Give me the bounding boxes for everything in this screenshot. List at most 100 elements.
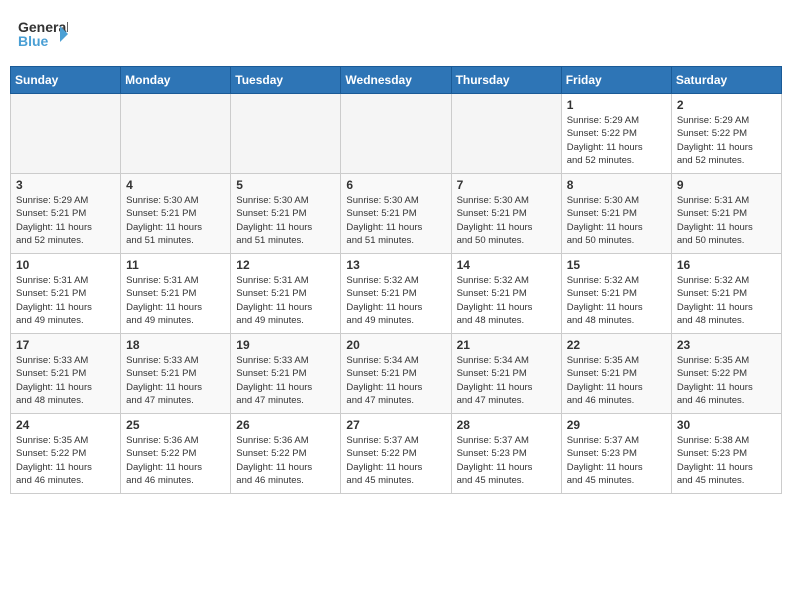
day-number: 18 (126, 338, 225, 352)
calendar-cell: 2 Sunrise: 5:29 AMSunset: 5:22 PMDaylight… (671, 94, 781, 174)
day-info: Sunrise: 5:32 AMSunset: 5:21 PMDaylight:… (457, 274, 556, 327)
day-number: 19 (236, 338, 335, 352)
day-number: 27 (346, 418, 445, 432)
day-number: 25 (126, 418, 225, 432)
weekday-header-saturday: Saturday (671, 67, 781, 94)
calendar-cell (341, 94, 451, 174)
day-info: Sunrise: 5:31 AMSunset: 5:21 PMDaylight:… (236, 274, 335, 327)
day-info: Sunrise: 5:33 AMSunset: 5:21 PMDaylight:… (236, 354, 335, 407)
day-info: Sunrise: 5:35 AMSunset: 5:21 PMDaylight:… (567, 354, 666, 407)
calendar-cell: 4Sunrise: 5:30 AMSunset: 5:21 PMDaylight… (121, 174, 231, 254)
day-info: Sunrise: 5:34 AMSunset: 5:21 PMDaylight:… (346, 354, 445, 407)
day-number: 11 (126, 258, 225, 272)
day-info: Sunrise: 5:37 AMSunset: 5:23 PMDaylight:… (567, 434, 666, 487)
calendar-cell: 14 Sunrise: 5:32 AMSunset: 5:21 PMDayligh… (451, 254, 561, 334)
day-number: 13 (346, 258, 445, 272)
day-info: Sunrise: 5:37 AMSunset: 5:23 PMDaylight:… (457, 434, 556, 487)
day-info: Sunrise: 5:31 AMSunset: 5:21 PMDaylight:… (677, 194, 776, 247)
day-number: 9 (677, 178, 776, 192)
day-number: 29 (567, 418, 666, 432)
day-info: Sunrise: 5:34 AMSunset: 5:21 PMDaylight:… (457, 354, 556, 407)
day-number: 8 (567, 178, 666, 192)
day-info: Sunrise: 5:32 AMSunset: 5:21 PMDaylight:… (567, 274, 666, 327)
calendar-table: SundayMondayTuesdayWednesdayThursdayFrid… (10, 66, 782, 494)
calendar-cell: 20 Sunrise: 5:34 AMSunset: 5:21 PMDayligh… (341, 334, 451, 414)
day-number: 14 (457, 258, 556, 272)
weekday-header-tuesday: Tuesday (231, 67, 341, 94)
calendar-cell: 23 Sunrise: 5:35 AMSunset: 5:22 PMDayligh… (671, 334, 781, 414)
day-info: Sunrise: 5:33 AMSunset: 5:21 PMDaylight:… (126, 354, 225, 407)
calendar-cell: 13 Sunrise: 5:32 AMSunset: 5:21 PMDayligh… (341, 254, 451, 334)
calendar-cell: 29 Sunrise: 5:37 AMSunset: 5:23 PMDayligh… (561, 414, 671, 494)
day-number: 3 (16, 178, 115, 192)
week-row-5: 24 Sunrise: 5:35 AMSunset: 5:22 PMDayligh… (11, 414, 782, 494)
day-number: 17 (16, 338, 115, 352)
weekday-header-row: SundayMondayTuesdayWednesdayThursdayFrid… (11, 67, 782, 94)
calendar-cell: 30Sunrise: 5:38 AMSunset: 5:23 PMDayligh… (671, 414, 781, 494)
day-info: Sunrise: 5:29 AMSunset: 5:21 PMDaylight:… (16, 194, 115, 247)
day-number: 4 (126, 178, 225, 192)
page-header: General Blue (10, 10, 782, 62)
day-number: 2 (677, 98, 776, 112)
calendar-cell: 8Sunrise: 5:30 AMSunset: 5:21 PMDaylight… (561, 174, 671, 254)
calendar-cell: 27 Sunrise: 5:37 AMSunset: 5:22 PMDayligh… (341, 414, 451, 494)
calendar-cell: 26 Sunrise: 5:36 AMSunset: 5:22 PMDayligh… (231, 414, 341, 494)
calendar-cell: 16 Sunrise: 5:32 AMSunset: 5:21 PMDayligh… (671, 254, 781, 334)
calendar-cell: 21Sunrise: 5:34 AMSunset: 5:21 PMDayligh… (451, 334, 561, 414)
calendar-cell (451, 94, 561, 174)
calendar-cell: 5Sunrise: 5:30 AMSunset: 5:21 PMDaylight… (231, 174, 341, 254)
weekday-header-wednesday: Wednesday (341, 67, 451, 94)
calendar-cell: 9 Sunrise: 5:31 AMSunset: 5:21 PMDaylight… (671, 174, 781, 254)
svg-text:Blue: Blue (18, 33, 49, 49)
logo: General Blue (18, 16, 68, 56)
calendar-cell: 6Sunrise: 5:30 AMSunset: 5:21 PMDaylight… (341, 174, 451, 254)
calendar-cell (121, 94, 231, 174)
day-info: Sunrise: 5:29 AMSunset: 5:22 PMDaylight:… (677, 114, 776, 167)
weekday-header-monday: Monday (121, 67, 231, 94)
day-info: Sunrise: 5:36 AMSunset: 5:22 PMDaylight:… (126, 434, 225, 487)
day-number: 24 (16, 418, 115, 432)
calendar-cell: 19 Sunrise: 5:33 AMSunset: 5:21 PMDayligh… (231, 334, 341, 414)
calendar-cell: 18 Sunrise: 5:33 AMSunset: 5:21 PMDayligh… (121, 334, 231, 414)
day-info: Sunrise: 5:32 AMSunset: 5:21 PMDaylight:… (677, 274, 776, 327)
day-info: Sunrise: 5:36 AMSunset: 5:22 PMDaylight:… (236, 434, 335, 487)
day-info: Sunrise: 5:31 AMSunset: 5:21 PMDaylight:… (16, 274, 115, 327)
day-info: Sunrise: 5:31 AMSunset: 5:21 PMDaylight:… (126, 274, 225, 327)
week-row-3: 10 Sunrise: 5:31 AMSunset: 5:21 PMDayligh… (11, 254, 782, 334)
calendar-cell (231, 94, 341, 174)
calendar-cell: 24 Sunrise: 5:35 AMSunset: 5:22 PMDayligh… (11, 414, 121, 494)
day-number: 30 (677, 418, 776, 432)
day-info: Sunrise: 5:37 AMSunset: 5:22 PMDaylight:… (346, 434, 445, 487)
calendar-cell: 1Sunrise: 5:29 AMSunset: 5:22 PMDaylight… (561, 94, 671, 174)
day-info: Sunrise: 5:35 AMSunset: 5:22 PMDaylight:… (16, 434, 115, 487)
day-number: 22 (567, 338, 666, 352)
day-number: 10 (16, 258, 115, 272)
calendar-cell: 10 Sunrise: 5:31 AMSunset: 5:21 PMDayligh… (11, 254, 121, 334)
day-number: 28 (457, 418, 556, 432)
day-number: 23 (677, 338, 776, 352)
day-number: 16 (677, 258, 776, 272)
day-number: 5 (236, 178, 335, 192)
calendar-cell: 15 Sunrise: 5:32 AMSunset: 5:21 PMDayligh… (561, 254, 671, 334)
logo-icon: General Blue (18, 16, 68, 56)
calendar-cell: 12 Sunrise: 5:31 AMSunset: 5:21 PMDayligh… (231, 254, 341, 334)
calendar-cell: 17 Sunrise: 5:33 AMSunset: 5:21 PMDayligh… (11, 334, 121, 414)
day-info: Sunrise: 5:35 AMSunset: 5:22 PMDaylight:… (677, 354, 776, 407)
day-number: 15 (567, 258, 666, 272)
day-info: Sunrise: 5:33 AMSunset: 5:21 PMDaylight:… (16, 354, 115, 407)
day-info: Sunrise: 5:29 AMSunset: 5:22 PMDaylight:… (567, 114, 666, 167)
week-row-4: 17 Sunrise: 5:33 AMSunset: 5:21 PMDayligh… (11, 334, 782, 414)
day-number: 20 (346, 338, 445, 352)
calendar-cell: 11 Sunrise: 5:31 AMSunset: 5:21 PMDayligh… (121, 254, 231, 334)
day-info: Sunrise: 5:30 AMSunset: 5:21 PMDaylight:… (457, 194, 556, 247)
calendar-cell: 22 Sunrise: 5:35 AMSunset: 5:21 PMDayligh… (561, 334, 671, 414)
calendar-cell: 7 Sunrise: 5:30 AMSunset: 5:21 PMDaylight… (451, 174, 561, 254)
week-row-2: 3 Sunrise: 5:29 AMSunset: 5:21 PMDaylight… (11, 174, 782, 254)
day-number: 26 (236, 418, 335, 432)
day-number: 7 (457, 178, 556, 192)
calendar-cell (11, 94, 121, 174)
week-row-1: 1Sunrise: 5:29 AMSunset: 5:22 PMDaylight… (11, 94, 782, 174)
day-info: Sunrise: 5:32 AMSunset: 5:21 PMDaylight:… (346, 274, 445, 327)
calendar-cell: 25 Sunrise: 5:36 AMSunset: 5:22 PMDayligh… (121, 414, 231, 494)
day-number: 12 (236, 258, 335, 272)
